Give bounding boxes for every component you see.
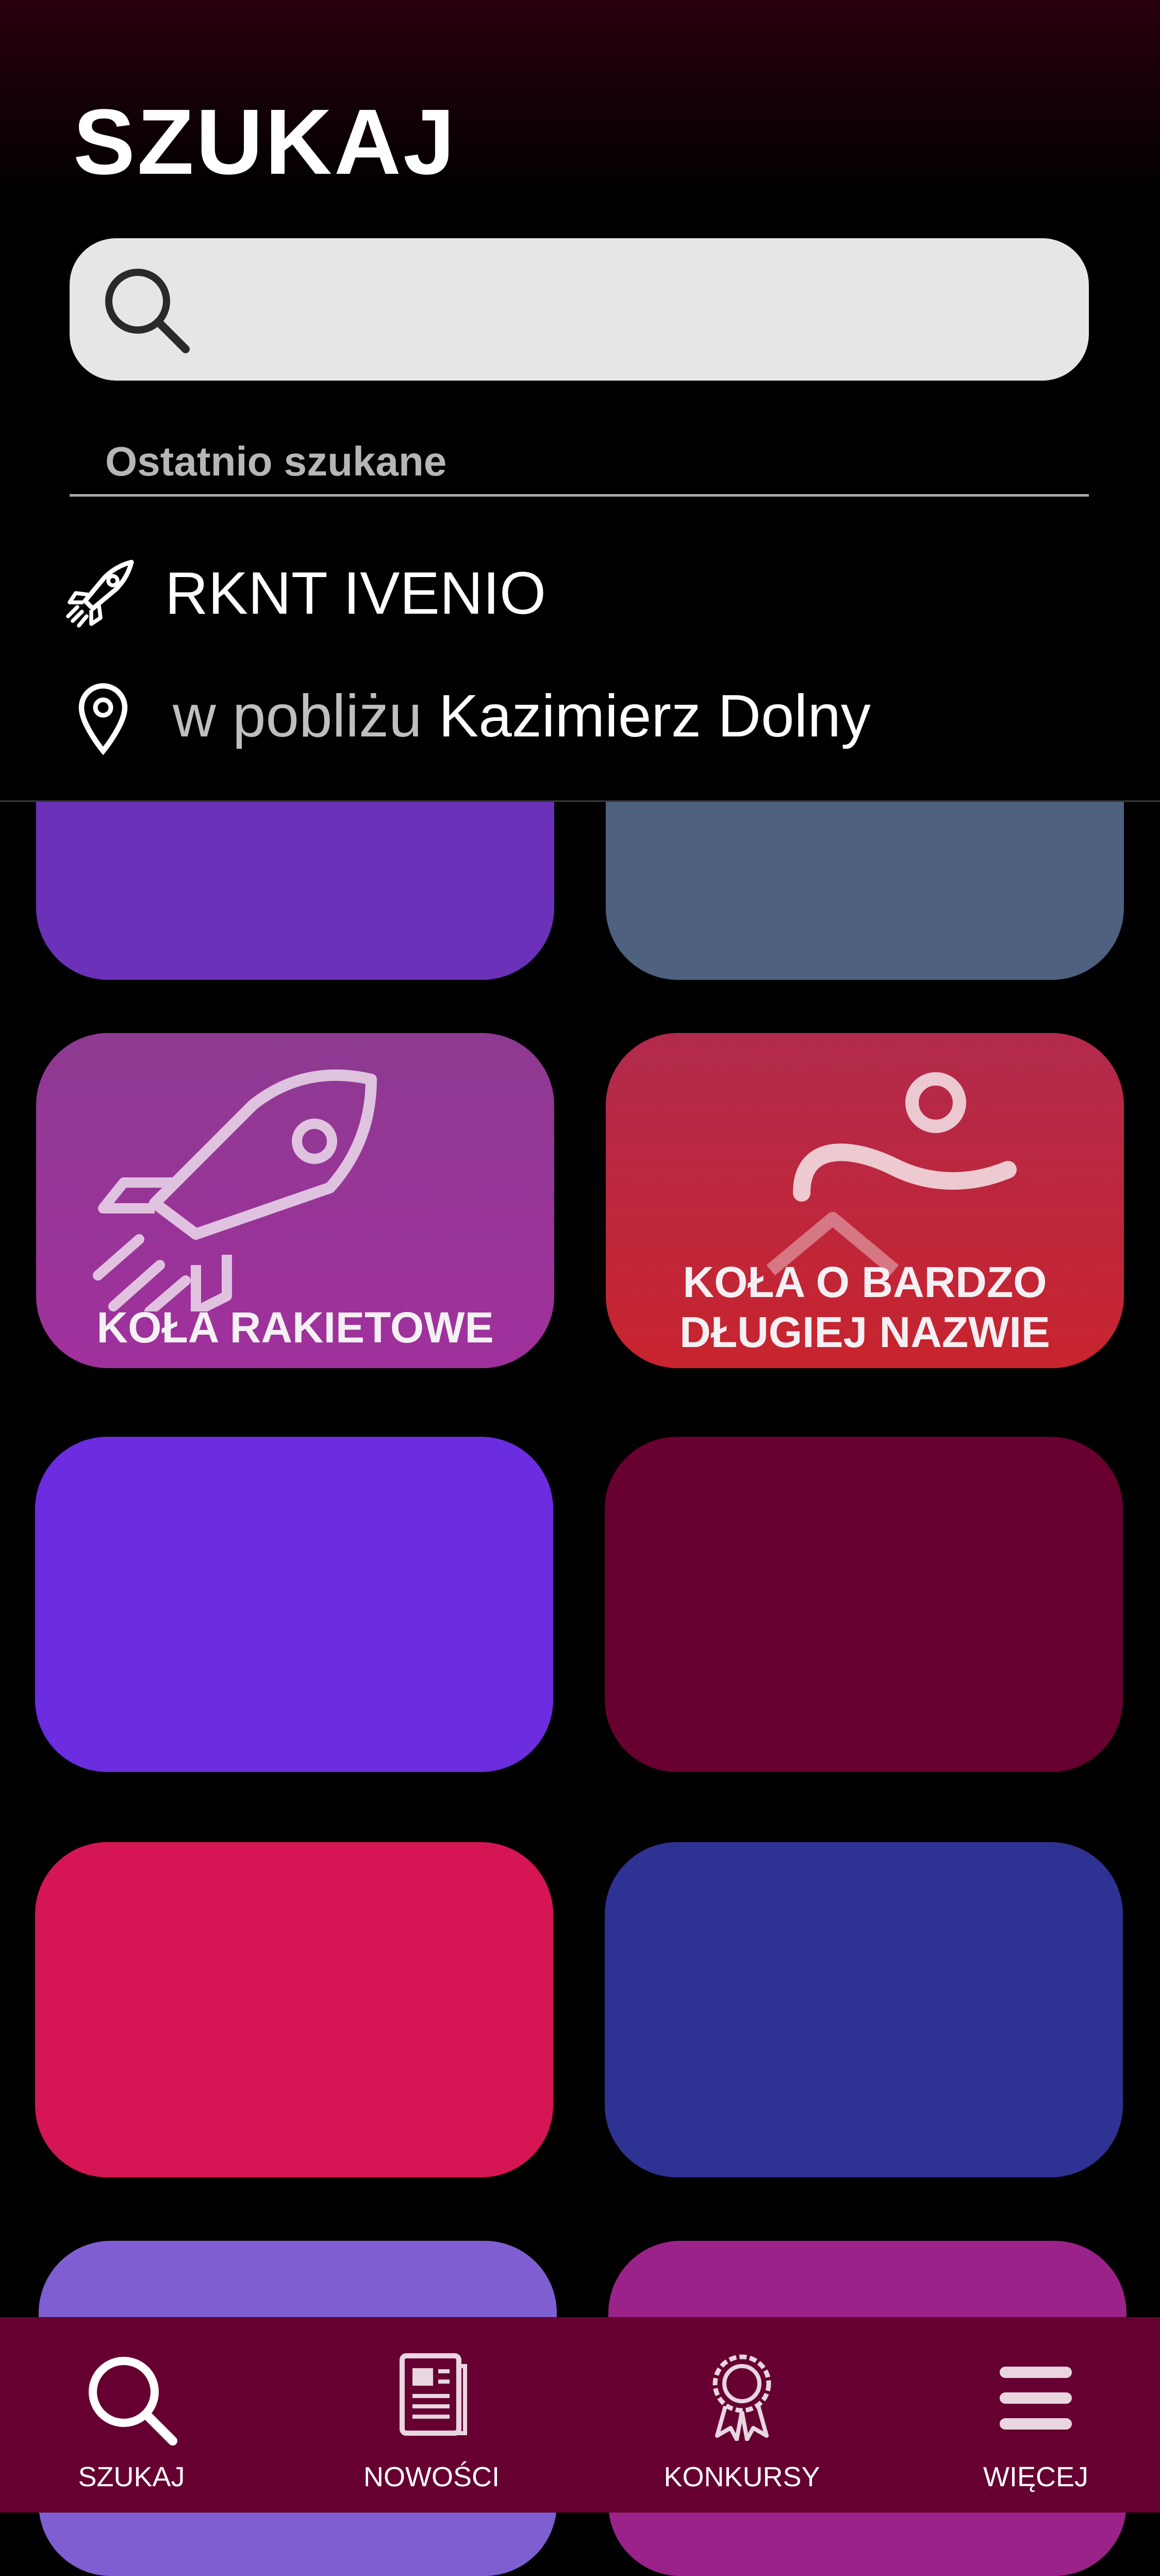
nav-label: KONKURSY	[664, 2462, 820, 2492]
nav-item-search[interactable]: SZUKAJ	[15, 2317, 247, 2513]
nav-item-contests[interactable]: KONKURSY	[626, 2317, 858, 2513]
recent-search-item[interactable]: w pobliżu Kazimierz Dolny	[62, 665, 1093, 768]
category-tile[interactable]	[35, 1437, 553, 1772]
nav-item-news[interactable]: NOWOŚCI	[316, 2317, 548, 2513]
newspaper-icon	[400, 2353, 467, 2436]
tile-label: KOŁA O BARDZO DŁUGIEJ NAZWIE	[680, 1258, 1050, 1356]
award-icon	[712, 2354, 771, 2441]
search-bar[interactable]	[70, 238, 1089, 381]
category-tile[interactable]	[605, 1842, 1123, 2177]
nav-item-more[interactable]: WIĘCEJ	[920, 2317, 1152, 2513]
recent-location: Kazimierz Dolny	[438, 682, 871, 749]
rocket-icon	[93, 1069, 377, 1311]
search-icon	[105, 269, 190, 353]
location-pin-icon	[78, 683, 128, 756]
category-tile[interactable]	[35, 1842, 553, 2177]
category-tile-long-name[interactable]: KOŁA O BARDZO DŁUGIEJ NAZWIE	[606, 1033, 1124, 1368]
tile-label: KOŁA RAKIETOWE	[96, 1303, 494, 1352]
recent-searches-label: Ostatnio szukane	[105, 438, 447, 484]
rocket-icon	[66, 560, 134, 628]
category-tile-rocket-wheels[interactable]: KOŁA RAKIETOWE	[36, 1033, 554, 1368]
runner-icon	[766, 1072, 1017, 1275]
category-tile[interactable]	[605, 1437, 1123, 1772]
nav-label: WIĘCEJ	[983, 2462, 1088, 2492]
search-icon	[89, 2357, 177, 2446]
recent-search-text: w pobliżu Kazimierz Dolny	[173, 686, 871, 746]
page-title: SZUKAJ	[73, 90, 457, 194]
nav-label: SZUKAJ	[78, 2462, 185, 2492]
recent-prefix: w pobliżu	[173, 682, 422, 749]
nav-label: NOWOŚCI	[363, 2462, 500, 2492]
bottom-navigation: SZUKAJ NOWOŚCI KONKURSY WIĘCEJ	[0, 2317, 1160, 2513]
search-input[interactable]	[224, 269, 1051, 348]
menu-icon	[1000, 2367, 1072, 2430]
divider	[70, 494, 1089, 497]
recent-search-text: RKNT IVENIO	[165, 560, 546, 627]
recent-search-item[interactable]: RKNT IVENIO	[62, 542, 1093, 645]
search-header: SZUKAJ Ostatnio szukane RKNT IVENIO w po…	[0, 0, 1160, 802]
